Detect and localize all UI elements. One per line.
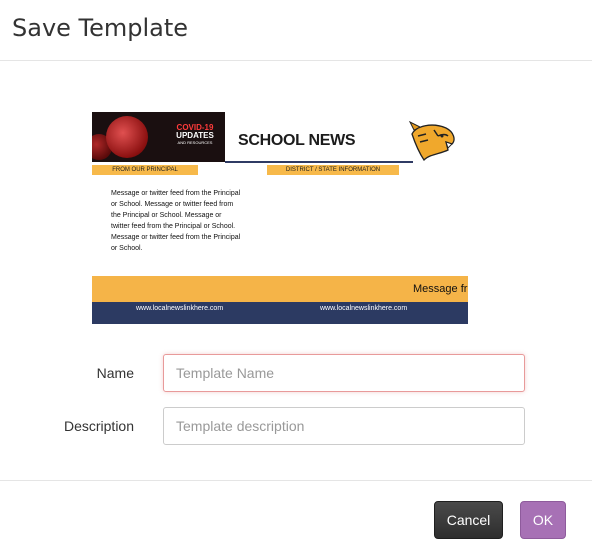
preview-message: Message or twitter feed from the Princip… (111, 190, 241, 252)
preview-footer-strip: www.localnewslinkhere.com www.localnewsl… (92, 302, 468, 324)
preview-link-1: www.localnewslinkhere.com (136, 305, 224, 312)
dialog-title: Save Template (12, 14, 189, 42)
template-description-input[interactable] (163, 407, 525, 445)
dialog-header: Save Template (0, 0, 592, 61)
covid-banner-text: COVID-19 UPDATES AND RESOURCES (166, 124, 224, 146)
preview-headline: SCHOOL NEWS (238, 132, 356, 149)
template-preview: COVID-19 UPDATES AND RESOURCES SCHOOL NE… (92, 112, 468, 324)
headline-rule (225, 161, 413, 163)
name-label: Name (96, 365, 134, 381)
covid-line2: UPDATES (176, 131, 214, 140)
template-name-input[interactable] (163, 354, 525, 392)
section-district-bar: DISTRICT / STATE INFORMATION (267, 165, 399, 175)
description-label: Description (63, 418, 134, 434)
ok-button[interactable]: OK (520, 501, 566, 539)
virus-graphic-large (106, 116, 148, 158)
covid-line3: AND RESOURCES (177, 140, 213, 145)
marquee-bar: Message fr (92, 276, 468, 302)
covid-banner-image: COVID-19 UPDATES AND RESOURCES (92, 112, 225, 162)
section-principal-bar: FROM OUR PRINCIPAL (92, 165, 198, 175)
marquee-text: Message fr (413, 283, 468, 295)
tiger-mascot-logo (408, 120, 455, 162)
cancel-button[interactable]: Cancel (434, 501, 503, 539)
dialog-footer (0, 480, 592, 557)
preview-link-2: www.localnewslinkhere.com (320, 305, 408, 312)
